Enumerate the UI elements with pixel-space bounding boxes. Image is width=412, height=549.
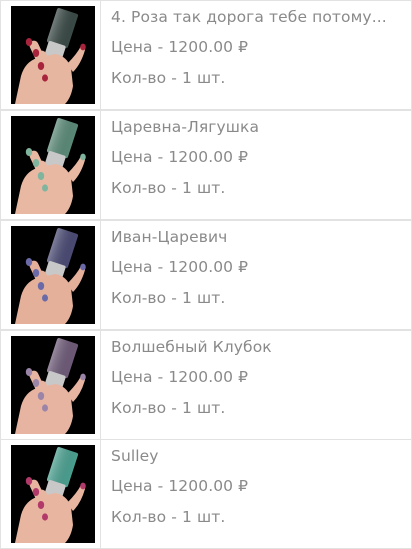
product-image[interactable] xyxy=(11,336,95,434)
product-price: Цена - 1200.00 ₽ xyxy=(111,38,249,56)
product-image[interactable] xyxy=(11,445,95,543)
cart-items-list: 4. Роза так дорога тебе потому... Цена -… xyxy=(0,0,412,549)
nail-polish-illustration xyxy=(11,445,95,543)
product-image[interactable] xyxy=(11,226,95,324)
product-thumbnail-cell xyxy=(0,110,101,220)
product-image[interactable] xyxy=(11,116,95,214)
product-name[interactable]: Иван-Царевич xyxy=(111,227,227,247)
cart-item[interactable]: Sulley Цена - 1200.00 ₽ Кол-во - 1 шт. xyxy=(0,439,412,549)
product-quantity: Кол-во - 1 шт. xyxy=(111,69,226,87)
product-thumbnail-cell xyxy=(0,439,101,549)
product-info-cell: Волшебный Клубок Цена - 1200.00 ₽ Кол-во… xyxy=(100,330,412,440)
product-thumbnail-cell xyxy=(0,220,101,330)
product-name[interactable]: Волшебный Клубок xyxy=(111,337,272,357)
product-quantity: Кол-во - 1 шт. xyxy=(111,179,226,197)
nail-polish-illustration xyxy=(11,226,95,324)
product-name[interactable]: Sulley xyxy=(111,446,159,466)
product-price: Цена - 1200.00 ₽ xyxy=(111,368,249,386)
product-price: Цена - 1200.00 ₽ xyxy=(111,148,249,166)
product-name[interactable]: Царевна-Лягушка xyxy=(111,117,259,137)
cart-item[interactable]: Иван-Царевич Цена - 1200.00 ₽ Кол-во - 1… xyxy=(0,220,412,330)
product-quantity: Кол-во - 1 шт. xyxy=(111,399,226,417)
product-quantity: Кол-во - 1 шт. xyxy=(111,289,226,307)
product-info-cell: Иван-Царевич Цена - 1200.00 ₽ Кол-во - 1… xyxy=(100,220,412,330)
product-info-cell: Sulley Цена - 1200.00 ₽ Кол-во - 1 шт. xyxy=(100,439,412,549)
cart-item[interactable]: Царевна-Лягушка Цена - 1200.00 ₽ Кол-во … xyxy=(0,110,412,220)
cart-item[interactable]: Волшебный Клубок Цена - 1200.00 ₽ Кол-во… xyxy=(0,330,412,440)
product-thumbnail-cell xyxy=(0,0,101,110)
product-name[interactable]: 4. Роза так дорога тебе потому... xyxy=(111,7,387,27)
product-info-cell: 4. Роза так дорога тебе потому... Цена -… xyxy=(100,0,412,110)
product-thumbnail-cell xyxy=(0,330,101,440)
product-quantity: Кол-во - 1 шт. xyxy=(111,508,226,526)
product-price: Цена - 1200.00 ₽ xyxy=(111,477,249,495)
product-info-cell: Царевна-Лягушка Цена - 1200.00 ₽ Кол-во … xyxy=(100,110,412,220)
product-price: Цена - 1200.00 ₽ xyxy=(111,258,249,276)
nail-polish-illustration xyxy=(11,6,95,104)
cart-item[interactable]: 4. Роза так дорога тебе потому... Цена -… xyxy=(0,0,412,110)
nail-polish-illustration xyxy=(11,116,95,214)
nail-polish-illustration xyxy=(11,336,95,434)
product-image[interactable] xyxy=(11,6,95,104)
